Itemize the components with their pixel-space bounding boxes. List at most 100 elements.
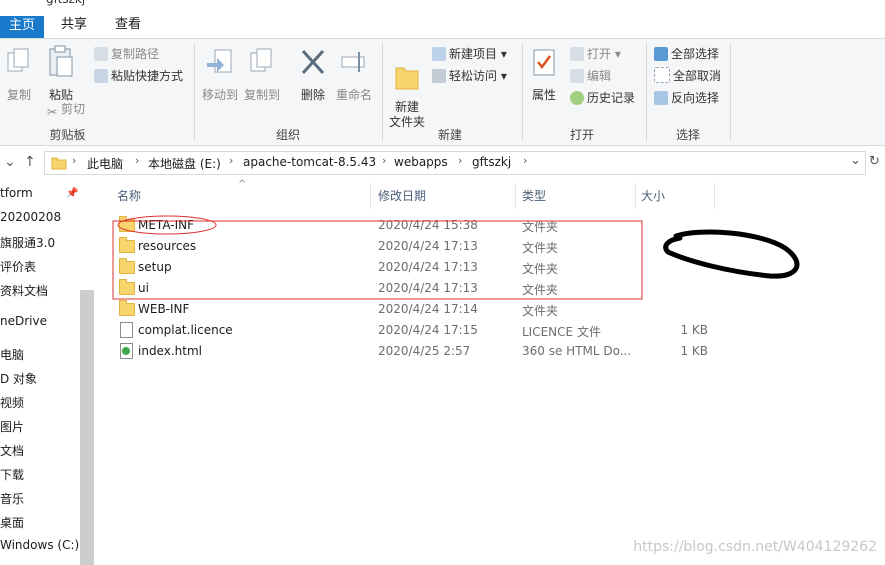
file-row[interactable]: WEB-INF 2020/4/24 17:14 文件夹 [113,299,733,320]
paste-button[interactable]: 粘贴 [44,45,78,103]
breadcrumb-separator-icon: › [523,154,528,167]
nav-item-windows-c[interactable]: Windows (C:) [0,538,79,552]
nav-item[interactable]: 旗服通3.0 [0,234,55,251]
nav-item-desktop[interactable]: 桌面 [0,514,24,531]
breadcrumb-local-disk[interactable]: 本地磁盘 (E:) [148,155,221,172]
new-folder-label: 新建 文件夹 [388,100,425,129]
history-button[interactable]: 历史记录 [570,89,635,107]
easy-access-button[interactable]: 轻松访问 ▾ [432,67,507,85]
new-item-button[interactable]: 新建项目 ▾ [432,45,507,63]
file-date: 2020/4/24 17:15 [378,323,478,337]
copy-to-button[interactable]: 复制到 [243,47,281,103]
address-dropdown-chevron-icon[interactable]: ⌄ [850,153,861,168]
column-separator[interactable] [515,183,516,209]
tab-view[interactable]: 查看 [104,15,152,38]
new-item-label: 新建项目 [449,47,498,61]
select-none-button[interactable]: 全部取消 [654,67,721,85]
file-row[interactable]: resources 2020/4/24 17:13 文件夹 [113,236,733,257]
file-date: 2020/4/24 17:13 [378,281,478,295]
nav-item-this-pc[interactable]: 电脑 [0,346,24,363]
copy-path-icon [94,47,108,61]
breadcrumb-webapps[interactable]: webapps [394,155,448,169]
column-header-type[interactable]: 类型 [522,187,546,204]
address-bar[interactable]: › 此电脑 › 本地磁盘 (E:) › apache-tomcat-8.5.43… [44,151,866,175]
breadcrumb-separator-icon: › [229,154,234,167]
column-header-size[interactable]: 大小 [641,187,665,204]
file-name: META-INF [138,218,195,232]
delete-button[interactable]: 删除 [296,47,330,103]
nav-item-videos[interactable]: 视频 [0,394,24,411]
file-row[interactable]: ui 2020/4/24 17:13 文件夹 [113,278,733,299]
nav-item-documents[interactable]: 文档 [0,442,24,459]
folder-icon [119,300,135,316]
refresh-icon[interactable]: ↻ [869,154,880,169]
ribbon-separator [194,43,195,141]
column-header-name[interactable]: 名称 [117,187,141,204]
file-type: 360 se HTML Do... [522,344,632,358]
tab-home[interactable]: 主页 [0,16,44,38]
folder-icon [119,279,135,295]
ribbon-separator [382,43,383,141]
new-folder-button[interactable]: 新建 文件夹 [387,47,427,145]
file-row[interactable]: setup 2020/4/24 17:13 文件夹 [113,257,733,278]
move-to-button[interactable]: 移动到 [201,47,239,103]
breadcrumb-this-pc[interactable]: 此电脑 [87,155,123,172]
nav-item[interactable]: tform [0,186,33,200]
file-row[interactable]: index.html 2020/4/25 2:57 360 se HTML Do… [113,341,733,362]
nav-item[interactable]: 20200208 [0,210,61,224]
copy-icon [7,48,29,72]
file-row[interactable]: complat.licence 2020/4/24 17:15 LICENCE … [113,320,733,341]
file-row[interactable]: META-INF 2020/4/24 15:38 文件夹 [113,215,733,236]
pin-icon[interactable]: 📌 [66,188,78,199]
invert-selection-label: 反向选择 [671,91,720,105]
breadcrumb-gftszkj[interactable]: gftszkj [472,155,511,169]
nav-item-onedrive[interactable]: neDrive [0,314,47,328]
file-type: 文件夹 [522,262,559,276]
invert-selection-button[interactable]: 反向选择 [654,89,719,107]
column-separator[interactable] [714,183,715,209]
select-all-button[interactable]: 全部选择 [654,45,719,63]
properties-button[interactable]: 属性 [527,47,561,103]
sort-ascending-icon: ^ [238,179,247,190]
select-all-icon [654,47,668,61]
column-header-date[interactable]: 修改日期 [378,187,426,204]
nav-item-pictures[interactable]: 图片 [0,418,24,435]
file-name: ui [138,281,149,295]
file-date: 2020/4/24 17:14 [378,302,478,316]
nav-item-music[interactable]: 音乐 [0,490,24,507]
clipboard-group-label: 剪贴板 [49,128,86,142]
address-row: ⌄ ↑ › 此电脑 › 本地磁盘 (E:) › apache-tomcat-8.… [0,146,885,180]
cut-button[interactable]: ✂ 剪切 [46,100,85,119]
scissors-icon: ✂ [46,105,58,119]
folder-icon [119,216,135,232]
dropdown-arrow-icon: ▾ [497,47,507,61]
nav-scrollbar-thumb[interactable] [80,290,94,565]
rename-button[interactable]: 重命名 [334,47,374,103]
column-separator[interactable] [370,183,371,209]
file-size: 1 KB [680,344,708,358]
nav-item-downloads[interactable]: 下载 [0,466,24,483]
copy-button[interactable]: 复制 [4,47,34,103]
easy-access-icon [432,69,446,83]
open-group-label: 打开 [569,128,594,142]
recent-locations-chevron-icon[interactable]: ⌄ [4,154,16,170]
copy-path-button[interactable]: 复制路径 [94,45,159,63]
html-file-icon [120,343,133,359]
edit-button[interactable]: 编辑 [570,67,611,85]
breadcrumb-tomcat[interactable]: apache-tomcat-8.5.43 [243,155,376,169]
column-separator[interactable] [635,183,636,209]
open-button[interactable]: 打开 ▾ [570,45,621,63]
file-icon [120,322,133,338]
paste-shortcut-button[interactable]: 粘贴快捷方式 [94,67,183,85]
select-group-label: 选择 [675,128,700,142]
tab-share[interactable]: 共享 [52,15,96,38]
organize-group-label: 组织 [275,128,300,142]
paste-icon [49,45,73,77]
file-type: 文件夹 [522,304,559,318]
nav-item[interactable]: 资料文档 [0,282,48,299]
dropdown-arrow-icon: ▾ [497,69,507,83]
up-arrow-icon[interactable]: ↑ [24,154,36,170]
file-date: 2020/4/24 15:38 [378,218,478,232]
nav-item-3d-objects[interactable]: D 对象 [0,370,37,387]
nav-item[interactable]: 评价表 [0,258,36,275]
